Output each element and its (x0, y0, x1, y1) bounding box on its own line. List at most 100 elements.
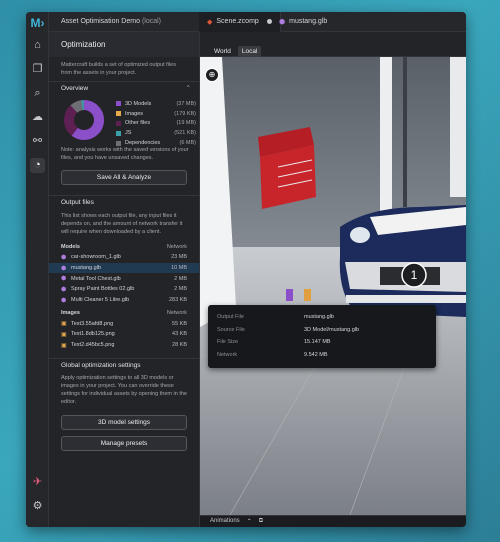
image-file-icon: ▣ (61, 321, 67, 328)
activity-rail: M› ⌂ ❐ ⌕ ☁ ⚯ ◔ ✈ ⚙ (26, 12, 49, 527)
output-files-description: This list shows each output file, any in… (61, 213, 183, 235)
info-label: Network (217, 351, 238, 358)
info-label: File Size (217, 339, 239, 345)
file-size: 28 KB (172, 342, 187, 349)
overview-title: Overview (61, 85, 89, 92)
mustang-model (339, 205, 466, 317)
space-toggle: World Local (210, 46, 262, 57)
global-settings-description: Apply optimization settings to all 3D mo… (61, 374, 187, 405)
file-name: car-showroom_1.glb (71, 254, 121, 261)
model-file-icon: ⬢ (61, 276, 67, 283)
publish-icon[interactable]: ✈ (30, 475, 45, 490)
legend-item: Images (179 KB) (116, 109, 196, 119)
scene-render: 1 (200, 57, 466, 515)
legend-size: (179 KB) (174, 110, 196, 117)
legend-swatch (116, 120, 121, 126)
tab-scene[interactable]: ◆ Scene.zcomp (199, 12, 281, 32)
external-link-icon[interactable]: ⧉ (259, 518, 263, 527)
images-list-header: Images Network (49, 308, 199, 318)
list-item[interactable]: ⬢ Spray Paint Bottles 02.glb 2 MB (49, 284, 199, 295)
network-header: Network (166, 244, 187, 250)
file-name: Text3.55afd8.png (71, 320, 114, 327)
model-file-icon: ⬢ (61, 297, 67, 304)
tool-chest-model (258, 127, 316, 209)
optimization-icon[interactable]: ◔ (30, 158, 45, 173)
legend-label: 3D Models (125, 100, 152, 107)
world-toggle[interactable]: World (210, 46, 235, 57)
annotation-number: 1 (411, 268, 418, 282)
optimization-panel: Optimization Mattercraft builds a set of… (49, 32, 200, 527)
save-all-analyze-button[interactable]: Save All & Analyze (61, 170, 187, 185)
list-item[interactable]: ⬢ Multi Cleaner 5 Litre.glb 283 KB (49, 295, 199, 306)
image-file-icon: ▣ (61, 342, 67, 349)
file-name: Multi Cleaner 5 Litre.glb (71, 297, 130, 304)
legend-swatch (116, 140, 121, 146)
file-name: Spray Paint Bottles 02.glb (71, 286, 135, 293)
file-name: Text2.d45bc5.png (71, 342, 115, 349)
legend-swatch (116, 101, 121, 107)
overview-section-header[interactable]: Overview ⌃ (49, 81, 199, 95)
mattercraft-logo-icon[interactable]: M› (30, 16, 45, 31)
app-window: M› ⌂ ❐ ⌕ ☁ ⚯ ◔ ✈ ⚙ Asset Optimisation De… (26, 12, 466, 527)
global-settings-section-header: Global optimization settings (49, 357, 199, 372)
legend-label: Other files (125, 120, 151, 127)
files-icon[interactable]: ❐ (30, 62, 45, 77)
file-size: 10 MB (171, 265, 187, 272)
list-item[interactable]: ⬢ Metal Tool Chest.glb 2 MB (49, 273, 199, 284)
info-row: File Size 15.147 MB (217, 336, 427, 349)
panel-description: Mattercraft builds a set of optimized ou… (61, 62, 176, 76)
file-size: 283 KB (168, 297, 187, 304)
model-file-icon: ⬢ (61, 286, 67, 293)
share-icon[interactable]: ⚯ (30, 134, 45, 149)
scene-file-icon: ◆ (207, 19, 213, 26)
legend-size: (19 MB) (176, 120, 196, 127)
info-row: Network 9.542 MB (217, 349, 427, 362)
3d-viewport[interactable]: World Local ⊕ 1 Output File mustang.glb … (200, 32, 466, 527)
legend-size: (521 KB) (174, 130, 196, 137)
3d-model-settings-button[interactable]: 3D model settings (61, 414, 187, 430)
asset-info-tooltip: Output File mustang.glb Source File 3D M… (208, 305, 436, 368)
models-list: ⬢ car-showroom_1.glb 23 MB ⬢ mustang.glb… (49, 252, 199, 305)
manage-presets-button[interactable]: Manage presets (61, 435, 187, 451)
list-item[interactable]: ▣ Text3.55afd8.png 55 KB (49, 318, 199, 329)
list-item[interactable]: ▣ Text1.8db125.png 43 KB (49, 329, 199, 340)
info-label: Output File (217, 314, 244, 320)
legend-item: 3D Models (37 MB) (116, 99, 196, 109)
file-size: 55 KB (172, 320, 187, 327)
output-files-section-header: Output files (49, 195, 199, 209)
file-size: 43 KB (172, 331, 187, 338)
file-name: Text1.8db125.png (71, 331, 115, 338)
list-item[interactable]: ⬢ car-showroom_1.glb 23 MB (49, 252, 199, 263)
settings-gear-icon[interactable]: ⚙ (30, 499, 45, 514)
size-donut-chart (64, 100, 104, 140)
tab-label: Scene.zcomp (216, 18, 259, 25)
tab-label: mustang.glb (289, 18, 328, 25)
title-bar: Asset Optimisation Demo (local) ◆ Scene.… (49, 12, 466, 32)
list-item[interactable]: ▣ Text2.d45bc5.png 28 KB (49, 340, 199, 351)
info-row: Output File mustang.glb (217, 311, 427, 324)
model-file-icon: ⬢ (61, 265, 67, 272)
file-name: mustang.glb (71, 265, 101, 272)
info-value: 15.147 MB (304, 339, 331, 345)
panel-title: Optimization (49, 32, 199, 57)
models-list-header: Models Network (49, 242, 199, 252)
chevron-up-icon[interactable]: ⌃ (247, 518, 252, 527)
file-name: Metal Tool Chest.glb (71, 275, 121, 282)
images-header: Images (61, 310, 80, 317)
info-value: mustang.glb (304, 314, 334, 320)
output-files-title: Output files (61, 199, 94, 206)
recenter-icon[interactable]: ⊕ (205, 68, 219, 82)
info-row: Source File 3D Model/mustang.glb (217, 324, 427, 337)
cloud-upload-icon[interactable]: ☁ (30, 110, 45, 125)
list-item[interactable]: ⬢ mustang.glb 10 MB (49, 262, 199, 274)
network-header: Network (166, 310, 187, 317)
local-toggle[interactable]: Local (237, 46, 262, 57)
search-icon[interactable]: ⌕ (30, 86, 45, 101)
tab-mustang[interactable]: ⬢ mustang.glb (271, 12, 335, 32)
unsaved-changes-note: Note: analysis works with the saved vers… (61, 147, 189, 161)
legend-item: JS (521 KB) (116, 128, 196, 138)
legend-label: Images (125, 110, 144, 117)
home-icon[interactable]: ⌂ (30, 38, 45, 53)
legend-item: Other files (19 MB) (116, 119, 196, 129)
animations-bar[interactable]: Animations ⌃ ⧉ (200, 515, 466, 527)
